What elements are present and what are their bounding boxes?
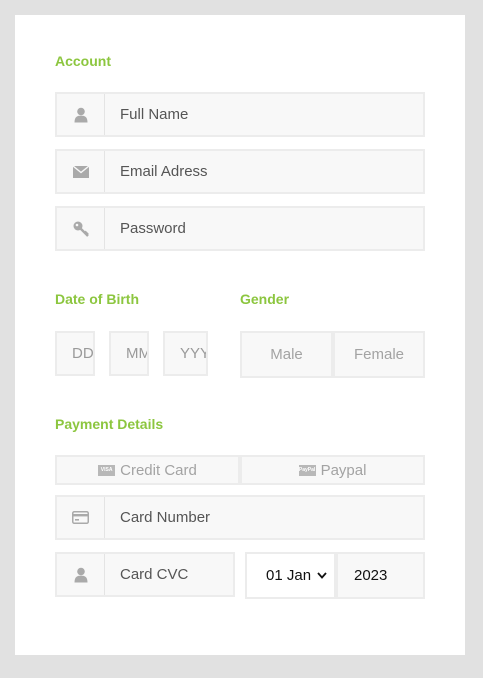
card-number-field[interactable]: Card Number (55, 495, 425, 540)
dob-month-input[interactable]: MM (109, 331, 149, 376)
full-name-placeholder: Full Name (120, 106, 189, 123)
email-field[interactable]: Email Adress (55, 149, 425, 194)
registration-form-card: Account Full Name Email Adress Password … (15, 15, 465, 655)
paypal-option[interactable]: PayPal Paypal (240, 455, 425, 485)
dob-heading: Date of Birth (55, 291, 139, 307)
credit-card-icon (57, 497, 105, 538)
password-placeholder: Password (120, 220, 186, 237)
credit-card-option[interactable]: VISA Credit Card (55, 455, 240, 485)
envelope-icon (57, 151, 105, 192)
card-cvc-placeholder: Card CVC (120, 566, 189, 583)
account-heading: Account (55, 53, 111, 69)
email-placeholder: Email Adress (120, 163, 208, 180)
user-icon (57, 554, 105, 595)
dob-year-input[interactable]: YYYY (163, 331, 208, 376)
expiry-month-select[interactable]: 01 Jan (245, 552, 336, 599)
card-number-placeholder: Card Number (120, 509, 211, 526)
payment-heading: Payment Details (55, 416, 164, 432)
card-cvc-field[interactable]: Card CVC (55, 552, 235, 597)
gender-heading: Gender (240, 291, 290, 307)
password-field[interactable]: Password (55, 206, 425, 251)
full-name-field[interactable]: Full Name (55, 92, 425, 137)
dob-day-input[interactable]: DD (55, 331, 95, 376)
paypal-icon: PayPal (298, 464, 316, 476)
gender-female-option[interactable]: Female (333, 331, 425, 378)
credit-card-label: Credit Card (120, 461, 197, 479)
user-icon (57, 94, 105, 135)
gender-male-option[interactable]: Male (240, 331, 333, 378)
visa-icon: VISA (98, 464, 116, 476)
key-icon (57, 208, 105, 249)
paypal-label: Paypal (320, 461, 367, 479)
expiry-month-value: 01 Jan (266, 567, 312, 584)
expiry-year-input[interactable]: 2023 (336, 552, 425, 599)
chevron-down-icon (317, 572, 327, 579)
